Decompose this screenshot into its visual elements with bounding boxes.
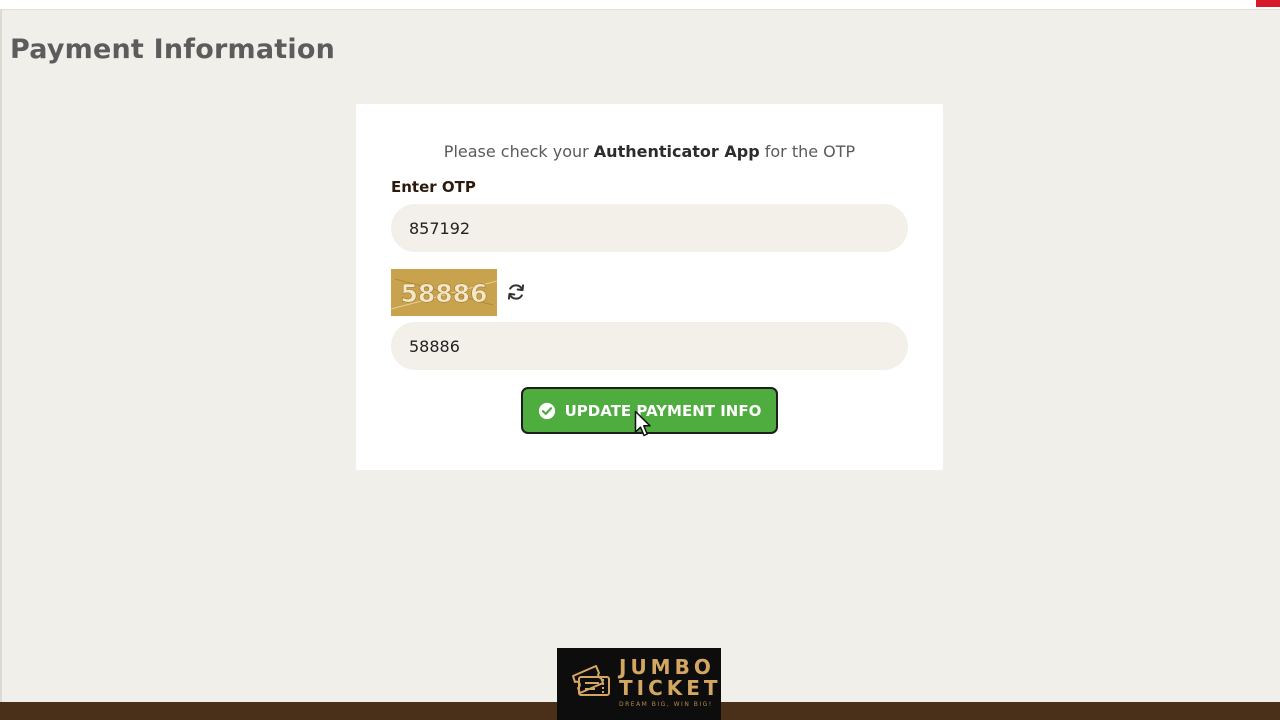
check-circle-icon xyxy=(538,402,555,419)
submit-label: UPDATE PAYMENT INFO xyxy=(564,401,762,420)
otp-label: Enter OTP xyxy=(391,178,476,196)
left-edge-divider xyxy=(0,10,2,702)
refresh-icon[interactable] xyxy=(506,282,526,302)
notice-suffix: for the OTP xyxy=(759,142,856,161)
jumbo-ticket-logo[interactable]: JUMBO TICKET DREAM BIG, WIN BIG! xyxy=(557,648,721,720)
captcha-image: 58886 xyxy=(391,269,497,316)
page-title: Payment Information xyxy=(10,34,335,65)
ticket-icon xyxy=(572,665,610,696)
corner-close-mark[interactable] xyxy=(1256,0,1280,7)
logo-tagline: DREAM BIG, WIN BIG! xyxy=(619,701,713,708)
logo-text-jumbo: JUMBO xyxy=(619,655,715,679)
captcha-input[interactable] xyxy=(391,322,908,370)
page: Payment Information Please check your Au… xyxy=(0,0,1280,720)
mouse-pointer-icon xyxy=(634,410,651,437)
notice-app-name: Authenticator App xyxy=(593,142,760,161)
captcha-text: 58886 xyxy=(401,279,488,308)
notice-prefix: Please check your xyxy=(443,142,594,161)
otp-input[interactable] xyxy=(391,204,908,252)
logo-text-ticket: TICKET xyxy=(619,676,722,700)
otp-notice: Please check your Authenticator App for … xyxy=(356,142,943,161)
top-strip xyxy=(0,0,1280,10)
